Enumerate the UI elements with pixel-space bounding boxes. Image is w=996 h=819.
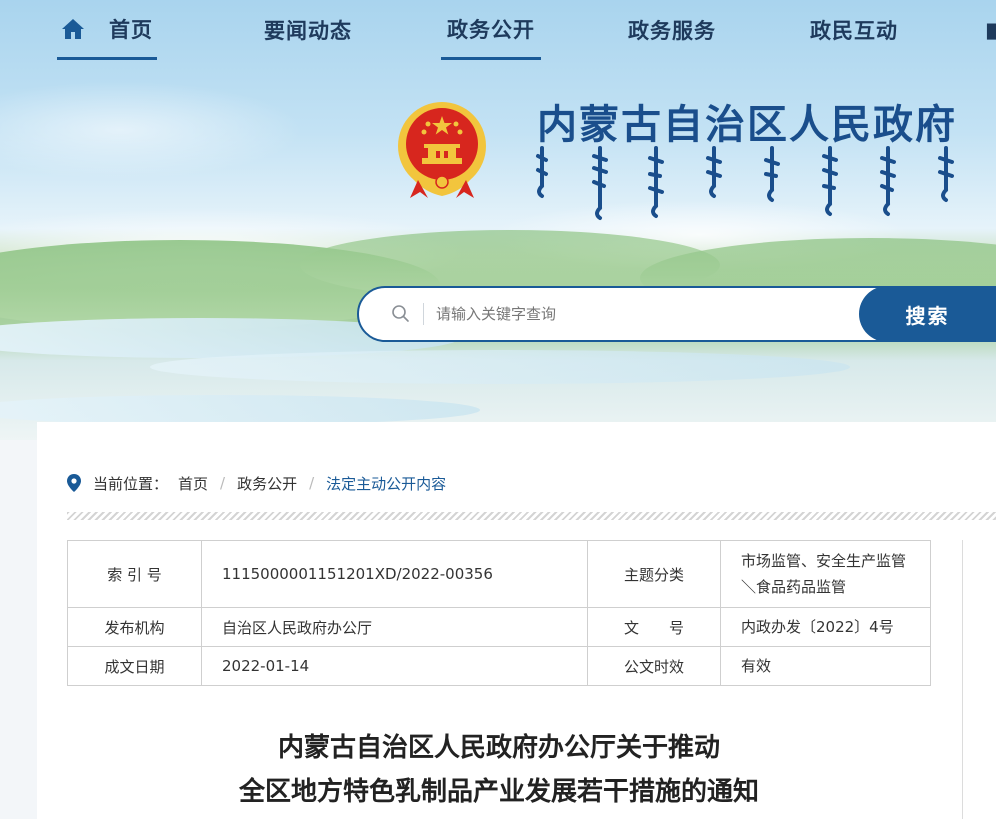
breadcrumb: 当前位置： 首页 / 政务公开 / 法定主动公开内容 — [67, 472, 446, 494]
nav-item-gov-services-label: 政务服务 — [628, 19, 716, 43]
breadcrumb-gov-affairs[interactable]: 政务公开 — [237, 473, 297, 494]
location-pin-icon — [67, 474, 81, 492]
hatched-divider — [67, 512, 996, 520]
meta-value-index: 1115000001151201XD/2022-00356 — [201, 540, 588, 608]
meta-label-validity: 公文时效 — [587, 646, 721, 686]
breadcrumb-home[interactable]: 首页 — [178, 473, 208, 494]
card-divider-line — [962, 540, 963, 819]
meta-label-docno: 文 号 — [587, 607, 721, 647]
nav-item-news[interactable]: 要闻动态 — [258, 0, 358, 60]
nav-item-news-label: 要闻动态 — [264, 19, 352, 43]
table-row: 发布机构 自治区人民政府办公厅 文 号 内政办发〔2022〕4号 — [67, 607, 931, 647]
breadcrumb-current[interactable]: 法定主动公开内容 — [326, 473, 446, 494]
nav-item-gov-affairs[interactable]: 政务公开 — [441, 0, 541, 60]
document-title-line2: 全区地方特色乳制品产业发展若干措施的通知 — [238, 777, 759, 807]
nav-item-home-label: 首页 — [109, 17, 153, 42]
nav-item-gov-affairs-label: 政务公开 — [447, 17, 535, 42]
nav-item-gov-services[interactable]: 政务服务 — [622, 0, 722, 60]
meta-label-index: 索 引 号 — [67, 540, 202, 608]
table-row: 索 引 号 1115000001151201XD/2022-00356 主题分类… — [67, 540, 931, 608]
search-icon — [392, 305, 409, 322]
breadcrumb-separator: / — [309, 474, 315, 492]
nav-item-interaction-label: 政民互动 — [810, 19, 898, 43]
site-title: 内蒙古自治区人民政府 — [537, 102, 957, 148]
nav-item-home[interactable]: 首页 — [57, 0, 157, 60]
meta-value-date: 2022-01-14 — [201, 646, 588, 686]
meta-value-issuer: 自治区人民政府办公厅 — [201, 607, 588, 647]
top-nav: 首页 要闻动态 政务公开 政务服务 政民互动 ■ — [0, 0, 996, 70]
home-icon — [62, 18, 84, 39]
meta-label-issuer: 发布机构 — [67, 607, 202, 647]
meta-value-topic: 市场监管、安全生产监管＼食品药品监管 — [720, 540, 931, 608]
meta-value-docno: 内政办发〔2022〕4号 — [720, 607, 931, 647]
search-divider — [423, 303, 424, 325]
search-button[interactable]: 搜索 — [859, 286, 996, 342]
document-meta-table: 索 引 号 1115000001151201XD/2022-00356 主题分类… — [67, 540, 931, 686]
breadcrumb-prefix: 当前位置： — [93, 474, 169, 493]
mongolian-script-logo — [536, 146, 954, 220]
meta-label-date: 成文日期 — [67, 646, 202, 686]
meta-label-topic: 主题分类 — [587, 540, 721, 608]
meta-value-validity: 有效 — [720, 646, 931, 686]
national-emblem-icon — [398, 102, 486, 198]
nav-item-interaction[interactable]: 政民互动 — [804, 0, 904, 60]
document-title: 内蒙古自治区人民政府办公厅关于推动 全区地方特色乳制品产业发展若干措施的通知 — [67, 726, 931, 814]
nav-item-overflow[interactable]: ■ — [985, 0, 996, 60]
document-title-line1: 内蒙古自治区人民政府办公厅关于推动 — [277, 733, 720, 763]
breadcrumb-separator: / — [220, 474, 226, 492]
table-row: 成文日期 2022-01-14 公文时效 有效 — [67, 646, 931, 686]
